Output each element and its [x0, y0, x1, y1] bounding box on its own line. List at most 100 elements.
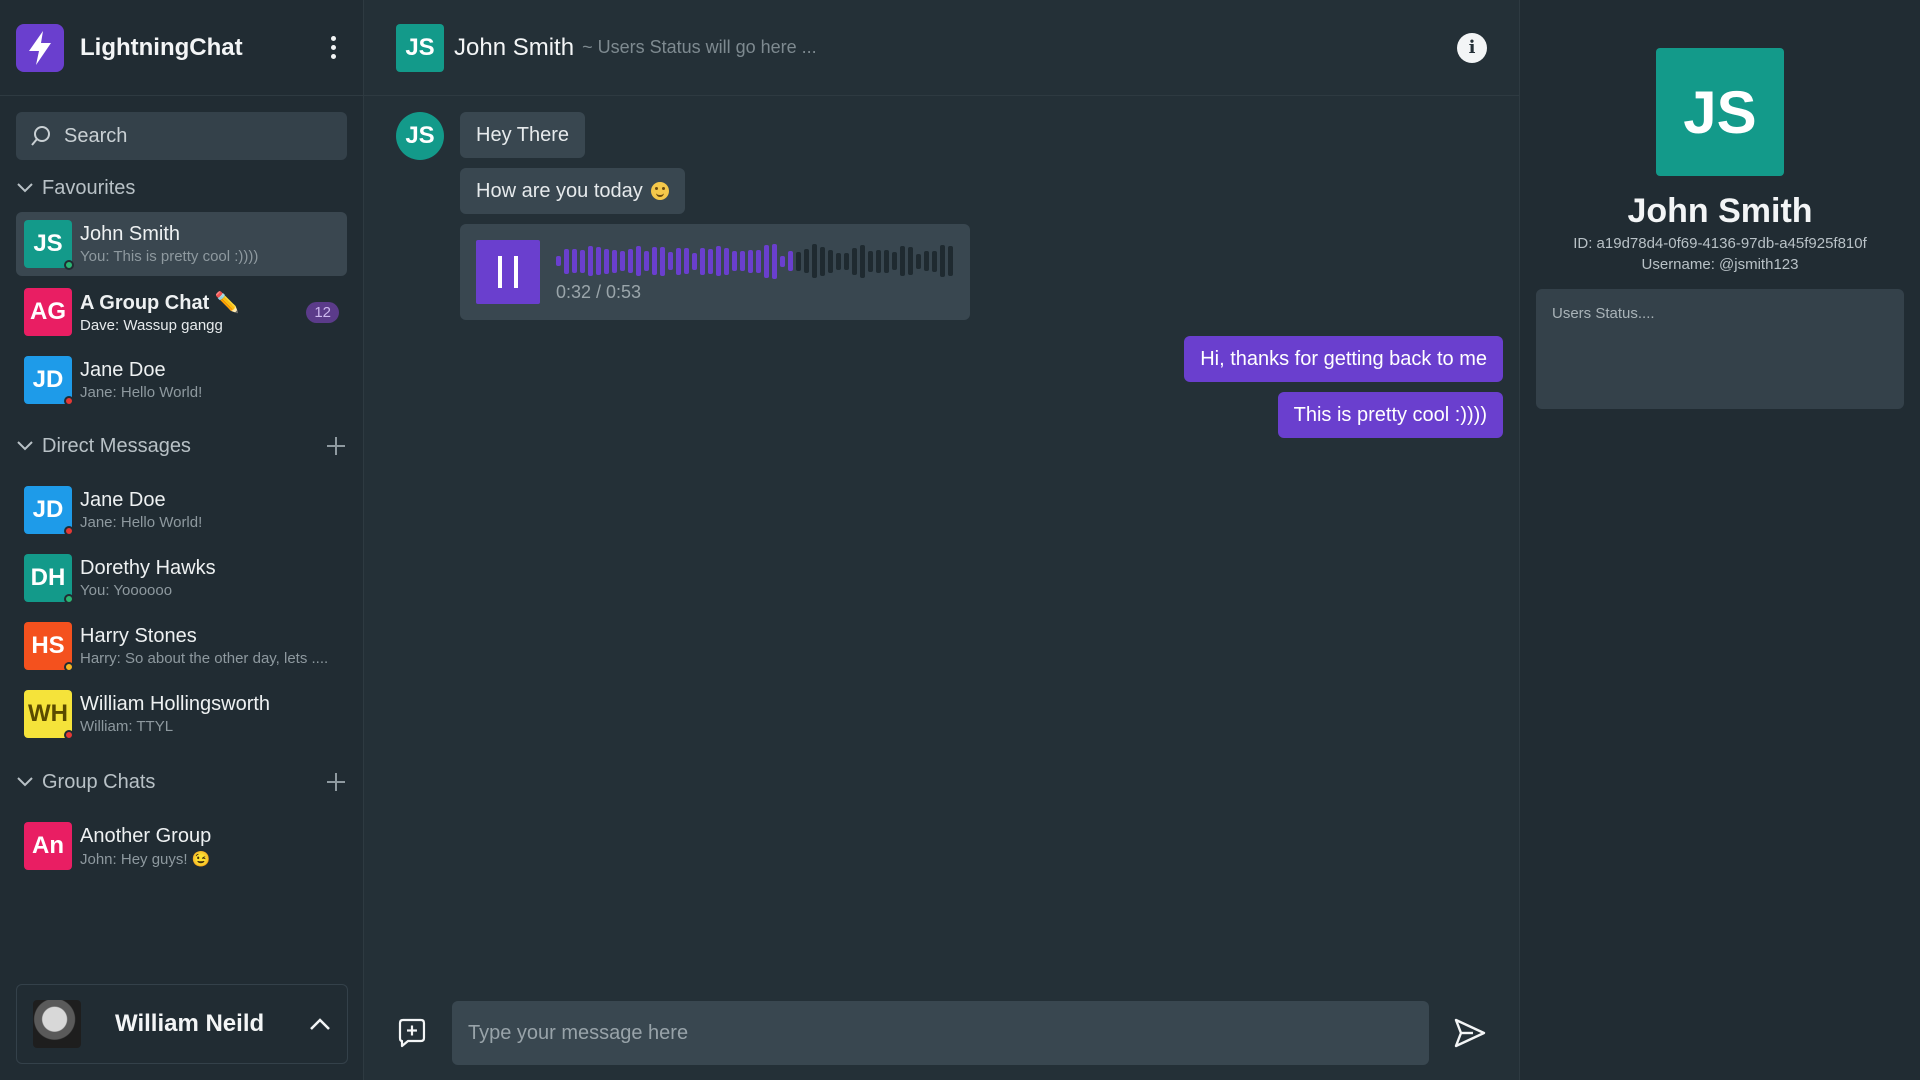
waveform-bar — [572, 249, 577, 273]
app-window: LightningChat Search Favourites JS John — [0, 0, 1920, 1080]
add-attachment-icon[interactable] — [396, 1017, 428, 1049]
profile-username: Username: @jsmith123 — [1641, 256, 1799, 273]
waveform-bar — [860, 244, 865, 278]
waveform-bar — [660, 246, 665, 276]
waveform-bar — [628, 249, 633, 273]
waveform-bar — [828, 249, 833, 273]
more-options-icon[interactable] — [319, 28, 347, 68]
status-dot — [64, 730, 74, 740]
contact-name: Dorethy Hawks — [80, 557, 216, 579]
contact-name: Another Group — [80, 824, 212, 847]
message-input[interactable] — [451, 1001, 1430, 1065]
contact-name: Harry Stones — [80, 625, 197, 647]
contact-name: Jane Doe — [80, 359, 166, 381]
waveform-bar — [868, 250, 873, 272]
waveform-bar — [788, 251, 793, 271]
favourites-list: JS John Smith You: This is pretty cool :… — [0, 212, 363, 412]
waveform-bar — [740, 251, 745, 271]
lightning-bolt-icon — [16, 23, 64, 72]
chevron-down-icon — [17, 441, 33, 451]
waveform-bar — [596, 247, 601, 275]
waveform-bar — [772, 243, 777, 279]
status-dot — [64, 260, 74, 270]
favourites-section-header[interactable]: Favourites — [0, 170, 363, 206]
contact-preview: Harry: So about the other day, lets .... — [80, 650, 329, 667]
current-user-card[interactable]: William Neild — [16, 984, 348, 1064]
message-bubble: How are you today — [460, 168, 685, 214]
direct-messages-section-header[interactable]: Direct Messages — [0, 428, 363, 464]
waveform-bar — [580, 249, 585, 273]
contact-name: Jane Doe — [80, 489, 166, 511]
waveform-bar — [620, 251, 625, 271]
contact-jane-doe[interactable]: JD Jane Doe Jane: Hello World! — [16, 478, 347, 542]
contact-dorethy-hawks[interactable]: DH Dorethy Hawks You: Yoooooo — [16, 546, 347, 610]
add-direct-message-icon[interactable] — [325, 435, 347, 457]
contact-john-smith[interactable]: JS John Smith You: This is pretty cool :… — [16, 212, 347, 276]
waveform-bar — [652, 247, 657, 275]
profile-avatar: JS — [1656, 48, 1784, 176]
waveform-bar — [820, 246, 825, 276]
waveform-bar — [900, 246, 905, 276]
waveform-bar — [924, 251, 929, 271]
favourites-label: Favourites — [42, 176, 136, 199]
send-icon[interactable] — [1453, 1016, 1487, 1050]
waveform-bar — [708, 248, 713, 274]
waveform-bar — [676, 247, 681, 275]
status-dot — [64, 396, 74, 406]
waveform-bar — [948, 246, 953, 276]
contact-preview: John: Hey guys! 😉 — [80, 850, 211, 868]
add-group-chat-icon[interactable] — [325, 771, 347, 793]
waveform-bar — [692, 252, 697, 270]
waveform-bar — [564, 248, 569, 274]
avatar: JD — [24, 356, 74, 406]
avatar: AG — [24, 288, 72, 336]
avatar: JD — [24, 486, 74, 536]
contact-a-group-chat[interactable]: AG A Group Chat ✏️ Dave: Wassup gangg 12 — [16, 280, 347, 344]
status-dot — [64, 594, 74, 604]
contact-preview: William: TTYL — [80, 718, 174, 735]
incoming-message-group: JS Hey There How are you today 0:32 / 0:… — [396, 112, 970, 320]
contact-jane-doe[interactable]: JD Jane Doe Jane: Hello World! — [16, 348, 347, 412]
waveform-bar — [764, 244, 769, 278]
contact-preview: Dave: Wassup gangg — [80, 317, 223, 334]
sender-avatar: JS — [396, 112, 444, 160]
waveform-bar — [636, 246, 641, 276]
waveform-bar — [732, 251, 737, 271]
contact-william-hollingsworth[interactable]: WH William Hollingsworth William: TTYL — [16, 682, 347, 746]
outgoing-message-group: Hi, thanks for getting back to me This i… — [1184, 336, 1503, 438]
waveform-bar — [756, 249, 761, 273]
contact-preview: You: This is pretty cool :)))) — [80, 248, 259, 265]
chat-header: JS John Smith ~ Users Status will go her… — [364, 0, 1519, 96]
group-chats-list: An Another Group John: Hey guys! 😉 — [0, 814, 363, 878]
waveform-bar — [940, 245, 945, 277]
group-chats-section-header[interactable]: Group Chats — [0, 764, 363, 800]
user-status-field[interactable] — [1536, 289, 1904, 409]
search-placeholder: Search — [64, 124, 128, 147]
status-dot — [64, 662, 74, 672]
waveform[interactable] — [556, 240, 956, 282]
chevron-up-icon[interactable] — [309, 1017, 331, 1031]
waveform-bar — [884, 249, 889, 273]
waveform-bar — [780, 255, 785, 267]
status-dot — [64, 526, 74, 536]
profile-name: John Smith — [1627, 192, 1813, 230]
contact-name: John Smith — [80, 223, 181, 245]
pause-button[interactable] — [476, 240, 540, 304]
avatar: JS — [24, 220, 74, 270]
waveform-bar — [804, 249, 809, 273]
waveform-bar — [844, 252, 849, 270]
message-bubble: This is pretty cool :)))) — [1277, 392, 1503, 438]
contact-name: William Hollingsworth — [80, 693, 271, 715]
chevron-down-icon — [17, 183, 33, 193]
user-avatar — [33, 1000, 81, 1048]
search-input[interactable]: Search — [16, 112, 347, 160]
unread-badge: 12 — [306, 301, 339, 323]
contact-harry-stones[interactable]: HS Harry Stones Harry: So about the othe… — [16, 614, 347, 678]
waveform-bar — [588, 246, 593, 276]
sidebar: LightningChat Search Favourites JS John — [0, 0, 364, 1080]
waveform-bar — [556, 256, 561, 266]
waveform-bar — [700, 247, 705, 275]
waveform-bar — [668, 252, 673, 270]
contact-another-group[interactable]: An Another Group John: Hey guys! 😉 — [16, 814, 347, 878]
info-icon[interactable]: i — [1457, 32, 1487, 63]
